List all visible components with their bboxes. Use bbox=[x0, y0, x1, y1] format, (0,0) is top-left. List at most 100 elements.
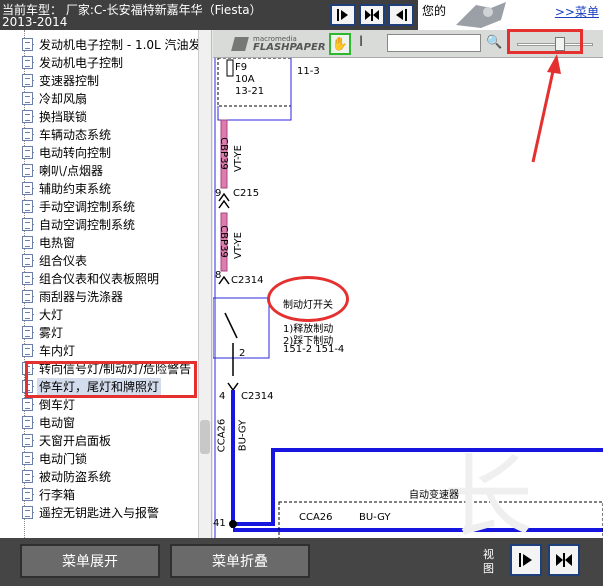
pin-2: 2 bbox=[239, 348, 246, 359]
wire-2-code: CBP39 bbox=[217, 225, 229, 258]
tree-item[interactable]: 被动防盗系统 bbox=[0, 467, 200, 485]
tree-item-label: 手动空调控制系统 bbox=[39, 200, 136, 214]
tree-item-label: 发动机电子控制 - 1.0L 汽油发 bbox=[39, 38, 201, 52]
document-icon bbox=[22, 506, 33, 519]
tree-item-label: 辅助约束系统 bbox=[39, 182, 112, 196]
document-icon bbox=[22, 236, 33, 249]
tree-item[interactable]: 手动空调控制系统 bbox=[0, 197, 200, 215]
tree-item[interactable]: 换挡联锁 bbox=[0, 107, 200, 125]
welcome-text: 您的 bbox=[422, 4, 447, 18]
tree-item[interactable]: 雨刮器与洗涤器 bbox=[0, 287, 200, 305]
tree-item[interactable]: 电热窗 bbox=[0, 233, 200, 251]
tree-item-label: 雾灯 bbox=[39, 326, 64, 340]
tree-scroll-thumb[interactable] bbox=[200, 420, 210, 454]
tree-item-label: 喇叭/点烟器 bbox=[39, 164, 104, 178]
text-cursor-icon: I bbox=[359, 34, 364, 50]
tree-item[interactable]: 遥控无钥匙进入与报警 bbox=[0, 503, 200, 521]
tree-item[interactable]: 雾灯 bbox=[0, 323, 200, 341]
connector-c215-bottom bbox=[218, 199, 230, 209]
tree-item[interactable]: 辅助约束系统 bbox=[0, 179, 200, 197]
tree-item-label: 被动防盗系统 bbox=[39, 470, 112, 484]
magnifier-icon: 🔍 bbox=[486, 35, 503, 50]
find-button[interactable]: 🔍 bbox=[486, 35, 502, 50]
connector-c2314-b: C2314 bbox=[241, 391, 274, 402]
tree-item-label: 换挡联锁 bbox=[39, 110, 88, 124]
tree-item[interactable]: 电动转向控制 bbox=[0, 143, 200, 161]
menu-link[interactable]: >>菜单 bbox=[555, 3, 599, 20]
fuse-symbol bbox=[226, 59, 234, 77]
tree-scrollbar[interactable] bbox=[198, 30, 211, 538]
bus-wire-color: BU-GY bbox=[359, 512, 391, 523]
connector-c215: C215 bbox=[233, 188, 260, 199]
view-split-button[interactable] bbox=[548, 544, 580, 576]
switch-contact bbox=[224, 312, 238, 339]
logo-text-bottom: FLASHPAPER bbox=[253, 42, 326, 53]
tree-item[interactable]: 组合仪表 bbox=[0, 251, 200, 269]
tree-item-label: 电动门锁 bbox=[39, 452, 88, 466]
arrow-right-icon bbox=[519, 553, 532, 567]
tree-item-label: 变速器控制 bbox=[39, 74, 100, 88]
pin-9: 9 bbox=[215, 188, 222, 199]
find-input[interactable] bbox=[387, 34, 481, 52]
document-icon bbox=[22, 272, 33, 285]
nav-split-button[interactable] bbox=[359, 4, 385, 26]
tree-item-label: 雨刮器与洗涤器 bbox=[39, 290, 124, 304]
tree-item[interactable]: 行李箱 bbox=[0, 485, 200, 503]
ref-11-3: 11-3 bbox=[297, 66, 320, 77]
nav-right-button[interactable] bbox=[330, 4, 356, 26]
text-select-tool[interactable]: I bbox=[359, 34, 363, 50]
app-window: 当前车型： 厂家:C-长安福特新嘉年华（Fiesta） 2013-2014 您的… bbox=[0, 0, 603, 586]
wire-1-color: VT-YE bbox=[232, 145, 244, 172]
hand-tool-button[interactable]: ✋ bbox=[329, 33, 351, 55]
document-icon bbox=[22, 416, 33, 429]
fuse-rating: 10A bbox=[235, 74, 255, 85]
tree-item[interactable]: 自动空调控制系统 bbox=[0, 215, 200, 233]
tree-item-label: 电热窗 bbox=[39, 236, 76, 250]
tree-item[interactable]: 组合仪表和仪表板照明 bbox=[0, 269, 200, 287]
tree-item[interactable]: 变速器控制 bbox=[0, 71, 200, 89]
bottom-bar: 菜单展开 菜单折叠 视图 bbox=[0, 538, 603, 586]
tree-item[interactable]: 电动门锁 bbox=[0, 449, 200, 467]
document-icon bbox=[22, 92, 33, 105]
pin-4: 4 bbox=[219, 391, 226, 402]
expand-menu-button[interactable]: 菜单展开 bbox=[20, 544, 160, 578]
fuse-name: F9 bbox=[235, 62, 248, 73]
tree-item[interactable]: 喇叭/点烟器 bbox=[0, 161, 200, 179]
tree-item[interactable]: 车内灯 bbox=[0, 341, 200, 359]
document-icon bbox=[22, 110, 33, 123]
tree-item-label: 车辆动态系统 bbox=[39, 128, 112, 142]
tree-item[interactable]: 大灯 bbox=[0, 305, 200, 323]
bus-wire-code: CCA26 bbox=[299, 512, 333, 523]
tree-item[interactable]: 车辆动态系统 bbox=[0, 125, 200, 143]
tree-item-label: 倒车灯 bbox=[39, 398, 76, 412]
tree-item[interactable]: 发动机电子控制 bbox=[0, 53, 200, 71]
tree-item-label: 自动空调控制系统 bbox=[39, 218, 136, 232]
document-icon bbox=[22, 344, 33, 357]
annotation-box-menu bbox=[25, 361, 197, 398]
tree-item-label: 组合仪表和仪表板照明 bbox=[39, 272, 160, 286]
tree-item[interactable]: 冷却风扇 bbox=[0, 89, 200, 107]
document-icon bbox=[22, 470, 33, 483]
split-arrows-icon bbox=[365, 9, 379, 21]
hand-icon: ✋ bbox=[331, 36, 349, 52]
tree-item[interactable]: 天窗开启面板 bbox=[0, 431, 200, 449]
tree-item-label: 发动机电子控制 bbox=[39, 56, 124, 70]
flashpaper-mark-icon bbox=[231, 37, 249, 51]
tree-item[interactable]: 电动窗 bbox=[0, 413, 200, 431]
tree-item-label: 电动窗 bbox=[39, 416, 76, 430]
document-icon bbox=[22, 164, 33, 177]
document-icon bbox=[22, 182, 33, 195]
flashpaper-logo: macromedia FLASHPAPER bbox=[223, 34, 333, 54]
wire-3-code: CCA26 bbox=[216, 418, 228, 453]
document-icon bbox=[22, 452, 33, 465]
nav-left-button[interactable] bbox=[388, 4, 414, 26]
connector-c2314-b bbox=[227, 382, 239, 392]
switch-refs: 151-2 151-4 bbox=[283, 344, 345, 355]
document-icon bbox=[22, 254, 33, 267]
pin-8: 8 bbox=[215, 270, 222, 281]
view-right-button[interactable] bbox=[510, 544, 542, 576]
current-car-years: 2013-2014 bbox=[2, 15, 68, 29]
collapse-menu-button[interactable]: 菜单折叠 bbox=[170, 544, 310, 578]
document-icon bbox=[22, 56, 33, 69]
tree-item[interactable]: 发动机电子控制 - 1.0L 汽油发 bbox=[0, 35, 201, 53]
